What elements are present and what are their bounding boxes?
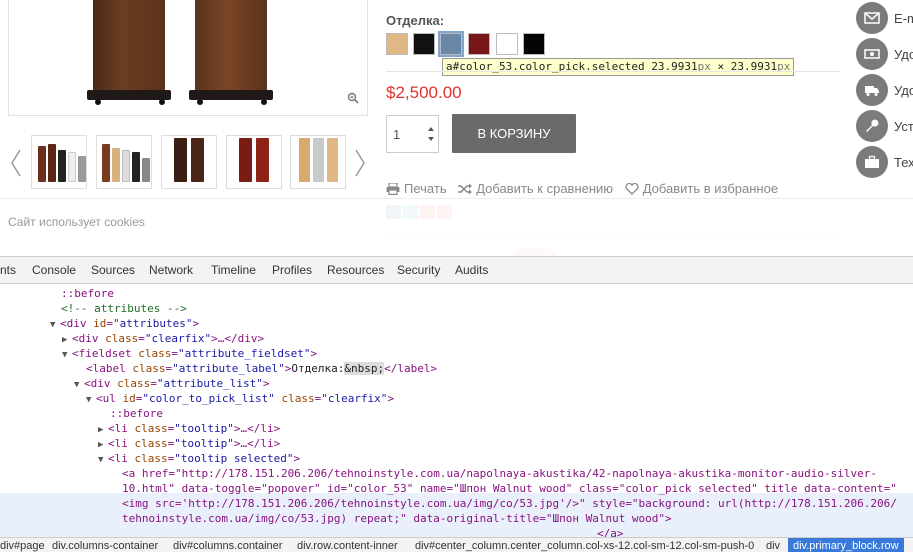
breadcrumb-item[interactable]: div <box>766 540 780 552</box>
devtools-tab[interactable]: nts <box>0 263 16 277</box>
speaker-foot <box>95 99 101 105</box>
heart-icon <box>625 182 639 195</box>
print-link[interactable]: Печать <box>386 181 447 196</box>
sidebar-item-label[interactable]: Тех <box>894 155 913 170</box>
money-icon[interactable] <box>856 38 888 70</box>
devtools-panel: nts Console Sources Network Timeline Profiles… <box>0 256 913 552</box>
dom-anchor-close[interactable]: </a> <box>597 526 624 537</box>
compare-link[interactable]: Добавить к сравнению <box>458 181 613 196</box>
cookie-text: Сайт использует cookies <box>8 215 145 229</box>
dom-anchor-line[interactable]: 10.html" data-toggle="popover" id="color… <box>122 481 897 496</box>
dom-node[interactable]: ::before <box>110 406 163 421</box>
print-label: Печать <box>404 181 447 196</box>
dom-comment[interactable]: <!-- attributes --> <box>61 301 187 316</box>
dom-anchor-line[interactable]: <a href="http://178.151.206.206/tehnoins… <box>122 466 877 481</box>
printer-icon <box>386 182 400 196</box>
color-swatch[interactable] <box>386 33 408 55</box>
color-swatch[interactable] <box>523 33 545 55</box>
breadcrumb-item[interactable]: div.primary_block.row <box>788 538 904 552</box>
devtools-tab[interactable]: Console <box>32 263 76 277</box>
product-price: $2,500.00 <box>386 83 462 102</box>
devtools-tab[interactable]: Timeline <box>211 263 256 277</box>
briefcase-icon[interactable] <box>856 146 888 178</box>
color-label: Отделка: <box>386 13 445 28</box>
color-swatch[interactable] <box>468 33 490 55</box>
devtools-breadcrumbs: div#page div.columns-container div#columns… <box>0 537 913 552</box>
product-actions: Печать Добавить к сравнению Добавить в и… <box>386 181 786 196</box>
zoom-icon[interactable] <box>347 92 359 104</box>
devtools-tab[interactable]: Sources <box>91 263 135 277</box>
devtools-tab[interactable]: Resources <box>327 263 384 277</box>
wrench-icon[interactable] <box>856 110 888 142</box>
devtools-tabs: nts Console Sources Network Timeline Profiles… <box>0 257 913 284</box>
thumbnail[interactable] <box>31 135 87 189</box>
devtools-tab[interactable]: Profiles <box>272 263 312 277</box>
dom-anchor-line[interactable]: <img src='http://178.151.206.206/tehnoin… <box>122 496 897 511</box>
speaker-image-right <box>195 0 267 90</box>
quantity-stepper-icon[interactable] <box>427 125 435 143</box>
speaker-image-left <box>93 0 165 90</box>
truck-icon[interactable] <box>856 74 888 106</box>
thumbnails-prev-arrow-icon[interactable] <box>10 148 22 178</box>
breadcrumb-item[interactable]: div.columns-container <box>52 540 158 552</box>
thumbnail[interactable] <box>161 135 217 189</box>
sidebar-item-label[interactable]: Удо <box>894 47 913 62</box>
sidebar-item-label[interactable]: Уст <box>894 119 913 134</box>
color-swatch[interactable] <box>496 33 518 55</box>
favorite-link[interactable]: Добавить в избранное <box>625 181 778 196</box>
devtools-tab[interactable]: Security <box>397 263 440 277</box>
favorite-label: Добавить в избранное <box>642 181 779 196</box>
divider <box>386 71 840 72</box>
thumbnail[interactable] <box>226 135 282 189</box>
mail-icon[interactable] <box>856 2 888 34</box>
dom-anchor-line[interactable]: tehnoinstyle.com.ua/img/co/53.jpg) repea… <box>122 511 672 526</box>
sidebar-item-label[interactable]: E-m <box>894 11 913 26</box>
breadcrumb-item[interactable]: div#page <box>0 540 45 552</box>
dom-node[interactable]: <label class="attribute_label">Отделка:&… <box>86 361 437 376</box>
devtools-tab[interactable]: Network <box>149 263 193 277</box>
speaker-foot <box>159 99 165 105</box>
devtools-tab[interactable]: Audits <box>455 263 488 277</box>
shuffle-icon <box>458 183 473 195</box>
color-swatch[interactable] <box>438 31 464 57</box>
thumbnails-next-arrow-icon[interactable] <box>354 148 366 178</box>
compare-label: Добавить к сравнению <box>476 181 614 196</box>
element-size-tooltip: a#color_53.color_pick.selected 23.9931px… <box>442 58 795 76</box>
breadcrumb-item[interactable]: div.row.content-inner <box>297 540 398 552</box>
cookie-bar: Сайт использует cookies <box>0 198 913 256</box>
color-swatch[interactable] <box>413 33 435 55</box>
sidebar-item-label[interactable]: Удо <box>894 83 913 98</box>
speaker-foot <box>197 99 203 105</box>
breadcrumb-item[interactable]: div#center_column.center_column.col-xs-1… <box>415 540 754 552</box>
dom-node[interactable]: ::before <box>61 286 114 301</box>
breadcrumb-item[interactable]: div#columns.container <box>173 540 282 552</box>
speaker-foot <box>261 99 267 105</box>
thumbnail[interactable] <box>96 135 152 189</box>
product-image[interactable] <box>8 0 368 116</box>
dom-tree[interactable]: ::before <!-- attributes --> ▼ <div id="a… <box>0 285 913 537</box>
thumbnail[interactable] <box>290 135 346 189</box>
add-to-cart-button[interactable]: В КОРЗИНУ <box>452 114 576 153</box>
